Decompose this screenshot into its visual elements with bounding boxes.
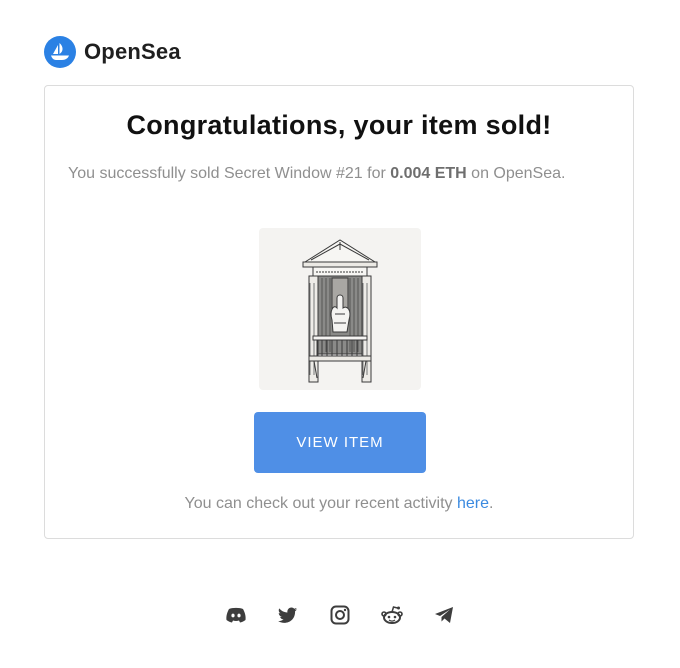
telegram-icon[interactable] xyxy=(432,603,456,627)
recent-activity-text: You can check out your recent activity h… xyxy=(45,495,633,513)
reddit-icon[interactable] xyxy=(380,603,404,627)
header: OpenSea xyxy=(44,34,181,70)
brand-name[interactable]: OpenSea xyxy=(84,39,181,65)
social-links xyxy=(224,603,456,627)
sale-message: You successfully sold Secret Window #21 … xyxy=(68,162,573,185)
discord-icon[interactable] xyxy=(224,603,248,627)
item-artwork-image[interactable] xyxy=(259,228,421,390)
sale-message-prefix: You successfully sold Secret Window #21 … xyxy=(68,165,391,182)
page-title: Congratulations, your item sold! xyxy=(126,110,552,140)
opensea-logo-icon[interactable] xyxy=(44,36,76,68)
view-item-button[interactable]: VIEW ITEM xyxy=(254,412,426,473)
activity-text-prefix: You can check out your recent activity xyxy=(184,495,457,512)
activity-text-suffix: . xyxy=(489,495,494,512)
sale-notification-card: Congratulations, your item sold! You suc… xyxy=(44,85,634,539)
sale-message-suffix: on OpenSea. xyxy=(466,165,566,182)
instagram-icon[interactable] xyxy=(328,603,352,627)
sale-price: 0.004 ETH xyxy=(390,165,467,182)
recent-activity-link[interactable]: here xyxy=(457,495,489,512)
twitter-icon[interactable] xyxy=(276,603,300,627)
